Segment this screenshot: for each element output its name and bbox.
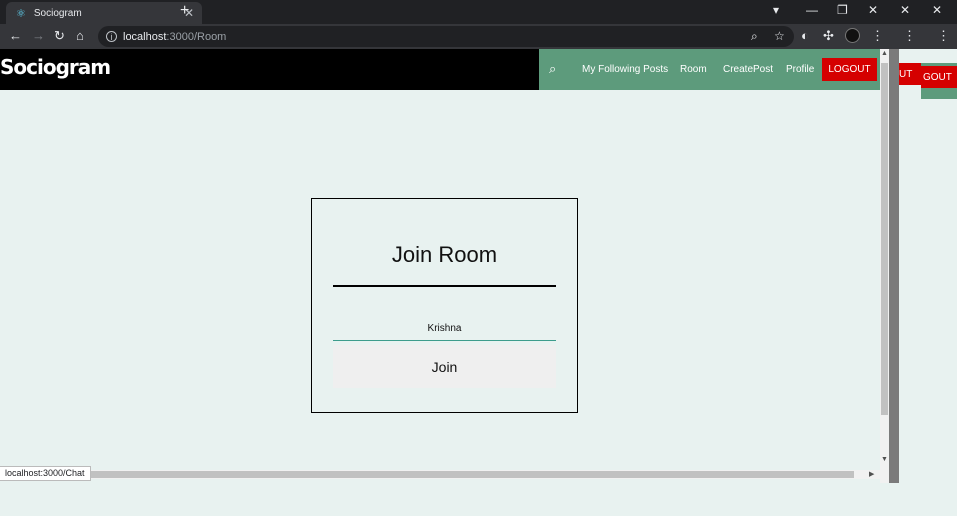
status-link-bubble: localhost:3000/Chat [0,466,91,481]
close-window-icon-3[interactable]: ✕ [932,3,942,17]
window-gutter [889,49,899,483]
extensions-puzzle-icon[interactable]: ✣ [823,28,834,44]
title-divider [333,285,556,287]
nav-menu: ⌕ My Following Posts Room CreatePost Pro… [539,49,880,90]
search-icon[interactable]: ⌕ [549,61,556,77]
url-path: :3000/Room [166,30,227,43]
vertical-scroll-thumb[interactable] [881,63,888,415]
reload-icon[interactable]: ↻ [54,28,65,44]
horizontal-scroll-thumb[interactable] [0,471,854,478]
join-room-card: Join Room Join [311,198,578,413]
home-icon[interactable]: ⌂ [76,28,84,43]
close-window-icon[interactable]: ✕ [868,3,878,17]
nav-link-following-posts[interactable]: My Following Posts [582,64,668,75]
overflow-nav-fragment: UT GOUT [899,49,957,99]
extension-icon[interactable]: ◐ [801,28,809,43]
page-viewport: Sociogram ⌕ My Following Posts Room Crea… [0,49,899,483]
bookmark-star-icon[interactable]: ☆ [774,29,785,43]
address-bar[interactable]: i localhost :3000/Room [98,26,794,47]
nav-link-create-post[interactable]: CreatePost [723,64,773,75]
logout-button[interactable]: LOGOUT [822,58,877,81]
scroll-right-icon[interactable]: ▶ [869,470,874,478]
forward-icon[interactable]: → [32,28,45,43]
ghost-logout-button-2[interactable]: GOUT [921,66,957,88]
minimize-icon[interactable]: — [806,3,818,17]
back-icon[interactable]: ← [9,28,22,43]
close-window-icon-2[interactable]: ✕ [900,3,910,17]
react-favicon-icon: ⚛ [16,7,26,20]
join-button[interactable]: Join [333,345,556,388]
browser-tab-strip: ⚛ Sociogram ✕ + ▾ — ❐ ✕ ✕ ✕ [0,0,957,24]
nav-link-profile[interactable]: Profile [786,64,814,75]
menu-icon[interactable]: ⋮ [871,28,884,44]
zoom-icon[interactable]: ⌕ [751,29,758,44]
brand-logo[interactable]: Sociogram [0,55,111,79]
tab-title: Sociogram [33,7,82,19]
tab-search-icon[interactable]: ▾ [773,3,779,17]
browser-tab[interactable]: ⚛ Sociogram ✕ [6,2,202,24]
restore-icon[interactable]: ❐ [837,3,848,17]
vertical-scrollbar[interactable]: ▲ ▼ [880,49,889,483]
nav-link-room[interactable]: Room [680,64,707,75]
scroll-up-icon[interactable]: ▲ [881,50,888,57]
new-tab-icon[interactable]: + [180,2,189,20]
ghost-logout-button[interactable]: UT [899,63,921,85]
browser-toolbar: ← → ↻ ⌂ i localhost :3000/Room ⌕ ☆ ◐ ✣ ⋮… [0,24,957,49]
name-input[interactable] [333,317,556,341]
menu-icon-2[interactable]: ⋮ [903,28,916,44]
horizontal-scrollbar[interactable]: ▶ [0,470,880,479]
scroll-down-icon[interactable]: ▼ [881,456,888,463]
join-room-title: Join Room [391,242,498,267]
app-navbar: Sociogram ⌕ My Following Posts Room Crea… [0,49,880,90]
url-host: localhost [123,30,167,43]
menu-icon-3[interactable]: ⋮ [937,28,950,44]
profile-avatar[interactable] [845,28,860,43]
site-info-icon[interactable]: i [106,31,117,42]
